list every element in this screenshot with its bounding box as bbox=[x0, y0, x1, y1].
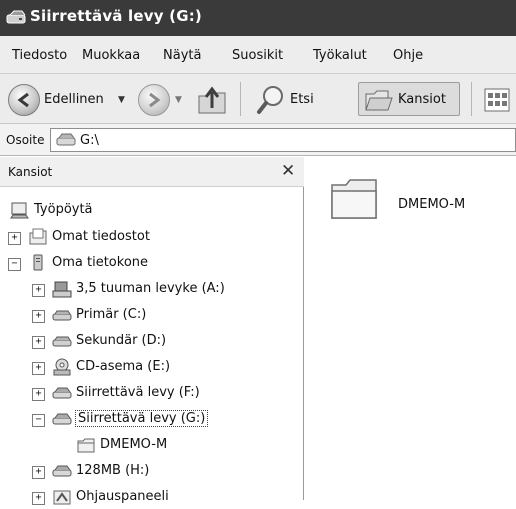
computer-icon bbox=[33, 254, 43, 271]
search-icon[interactable] bbox=[256, 84, 286, 116]
tree-item[interactable]: + Omat tiedostot bbox=[0, 227, 300, 249]
tree-item-label[interactable]: Omat tiedostot bbox=[52, 229, 150, 244]
search-button[interactable]: Etsi bbox=[290, 92, 314, 107]
views-icon[interactable] bbox=[484, 88, 510, 112]
folders-button-label[interactable]: Kansiot bbox=[398, 92, 446, 107]
tree-item[interactable]: + Primär (C:) bbox=[0, 305, 300, 327]
menu-view[interactable]: Näytä bbox=[163, 48, 201, 63]
address-input[interactable] bbox=[50, 128, 516, 152]
removable-drive-icon bbox=[52, 413, 72, 425]
cd-drive-icon bbox=[53, 358, 71, 376]
tree-item[interactable]: − Siirrettävä levy (G:) bbox=[0, 409, 300, 431]
removable-drive-icon bbox=[52, 465, 72, 477]
tree-item-label[interactable]: Primär (C:) bbox=[76, 307, 146, 322]
control-panel-icon bbox=[53, 490, 71, 505]
tree-item-label[interactable]: Siirrettävä levy (G:) bbox=[74, 410, 209, 427]
menu-file[interactable]: Tiedosto bbox=[12, 48, 67, 63]
collapse-icon[interactable]: − bbox=[32, 414, 45, 427]
documents-icon bbox=[29, 228, 47, 245]
collapse-icon[interactable]: − bbox=[8, 258, 21, 271]
floppy-icon bbox=[52, 281, 72, 298]
up-folder-icon[interactable] bbox=[196, 82, 228, 116]
tree-item[interactable]: +128MB (H:) bbox=[0, 461, 300, 483]
tree-item-label[interactable]: Ohjauspaneeli bbox=[76, 489, 169, 504]
expand-icon[interactable]: + bbox=[32, 310, 45, 323]
expand-icon[interactable]: + bbox=[32, 466, 45, 479]
drive-icon bbox=[52, 310, 72, 321]
tree-item-label[interactable]: Siirrettävä levy (F:) bbox=[76, 385, 200, 400]
removable-drive-icon bbox=[6, 10, 26, 24]
removable-drive-icon bbox=[52, 387, 72, 399]
tree-item[interactable]: + Siirrettävä levy (F:) bbox=[0, 383, 300, 405]
tree-item-label[interactable]: Oma tietokone bbox=[52, 255, 148, 270]
expand-icon[interactable]: + bbox=[32, 362, 45, 375]
menu-help[interactable]: Ohje bbox=[393, 48, 423, 63]
tree-item-label[interactable]: Sekundär (D:) bbox=[76, 333, 166, 348]
window-title: Siirrettävä levy (G:) bbox=[30, 7, 202, 25]
expand-icon[interactable]: + bbox=[32, 336, 45, 349]
expand-icon[interactable]: + bbox=[8, 232, 21, 245]
expand-icon[interactable]: + bbox=[32, 284, 45, 297]
tree-item[interactable]: + Ohjauspaneeli bbox=[0, 487, 300, 509]
tree-item-label[interactable]: 3,5 tuuman levyke (A:) bbox=[76, 281, 225, 296]
desktop-icon bbox=[10, 202, 29, 219]
tree-item-label[interactable]: Työpöytä bbox=[34, 202, 93, 217]
back-arrow-icon bbox=[17, 92, 29, 108]
folders-pane-title: Kansiot bbox=[8, 165, 53, 179]
close-icon[interactable]: ✕ bbox=[281, 161, 295, 181]
tree-item[interactable]: DMEMO-M bbox=[0, 435, 300, 457]
back-dropdown-icon[interactable]: ▼ bbox=[118, 95, 125, 105]
expand-icon[interactable]: + bbox=[32, 492, 45, 505]
content-item-label[interactable]: DMEMO-M bbox=[398, 197, 465, 212]
expand-icon[interactable]: + bbox=[32, 388, 45, 401]
folder-icon[interactable] bbox=[326, 175, 382, 223]
tree-item[interactable]: Työpöytä bbox=[0, 200, 300, 222]
tree-item-label[interactable]: DMEMO-M bbox=[100, 437, 167, 452]
address-value[interactable]: G:\ bbox=[80, 133, 99, 148]
forward-dropdown-icon[interactable]: ▼ bbox=[175, 95, 182, 105]
tree-item[interactable]: + Sekundär (D:) bbox=[0, 331, 300, 353]
folders-icon bbox=[365, 90, 393, 111]
toolbar-separator bbox=[471, 82, 472, 116]
tree-item[interactable]: − Oma tietokone bbox=[0, 253, 300, 275]
back-button-label[interactable]: Edellinen bbox=[44, 92, 104, 107]
removable-drive-icon bbox=[56, 133, 76, 146]
toolbar-separator bbox=[240, 82, 241, 116]
menu-tools[interactable]: Työkalut bbox=[313, 48, 367, 63]
forward-button[interactable] bbox=[138, 84, 170, 116]
menu-bar: Tiedosto Muokkaa Näytä Suosikit Työkalut… bbox=[0, 36, 516, 74]
forward-arrow-icon bbox=[149, 92, 161, 108]
tree-item[interactable]: + CD-asema (E:) bbox=[0, 357, 300, 379]
menu-edit[interactable]: Muokkaa bbox=[82, 48, 140, 63]
tree-item-label[interactable]: CD-asema (E:) bbox=[76, 359, 170, 374]
address-label: Osoite bbox=[6, 133, 45, 147]
tree-item[interactable]: +3,5 tuuman levyke (A:) bbox=[0, 279, 300, 301]
folder-icon bbox=[77, 438, 95, 453]
tree-item-label[interactable]: 128MB (H:) bbox=[76, 463, 149, 478]
back-button[interactable] bbox=[8, 84, 40, 116]
menu-favorites[interactable]: Suosikit bbox=[232, 48, 283, 63]
drive-icon bbox=[52, 336, 72, 347]
